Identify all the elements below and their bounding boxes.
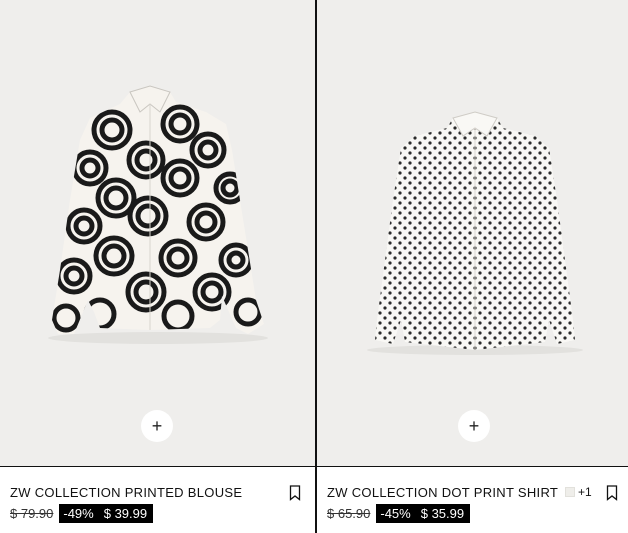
sale-price: $ 39.99 bbox=[99, 503, 154, 523]
add-to-cart-button[interactable]: + bbox=[458, 410, 490, 442]
discount-badge: -45% bbox=[376, 503, 417, 523]
price-row: $ 65.90 -45% $ 35.99 bbox=[327, 503, 471, 523]
product-image[interactable] bbox=[0, 0, 315, 466]
printed-blouse-image bbox=[48, 85, 268, 344]
color-swatch[interactable] bbox=[565, 487, 575, 497]
more-colors-count[interactable]: +1 bbox=[578, 485, 592, 499]
product-card-printed-blouse[interactable]: + ZW COLLECTION PRINTED BLOUSE $ 79.90 -… bbox=[0, 0, 315, 533]
product-info: ZW COLLECTION PRINTED BLOUSE $ 79.90 -49… bbox=[0, 467, 315, 533]
product-title[interactable]: ZW COLLECTION DOT PRINT SHIRT bbox=[327, 485, 558, 500]
price-row: $ 79.90 -49% $ 39.99 bbox=[10, 503, 154, 523]
dot-print-shirt-image bbox=[367, 111, 583, 355]
product-info: ZW COLLECTION DOT PRINT SHIRT +1 $ 65.90… bbox=[317, 467, 628, 533]
original-price: $ 79.90 bbox=[10, 505, 54, 521]
add-to-cart-button[interactable]: + bbox=[141, 410, 173, 442]
product-grid: + ZW COLLECTION PRINTED BLOUSE $ 79.90 -… bbox=[0, 0, 628, 533]
product-title[interactable]: ZW COLLECTION PRINTED BLOUSE bbox=[10, 485, 242, 500]
product-image[interactable] bbox=[317, 0, 628, 466]
bookmark-icon[interactable] bbox=[606, 485, 618, 501]
bookmark-icon[interactable] bbox=[289, 485, 301, 501]
original-price: $ 65.90 bbox=[327, 505, 371, 521]
row-divider bbox=[0, 466, 628, 467]
sale-price: $ 35.99 bbox=[416, 503, 471, 523]
discount-badge: -49% bbox=[59, 503, 100, 523]
product-card-dot-print-shirt[interactable]: + ZW COLLECTION DOT PRINT SHIRT +1 $ 65.… bbox=[317, 0, 628, 533]
